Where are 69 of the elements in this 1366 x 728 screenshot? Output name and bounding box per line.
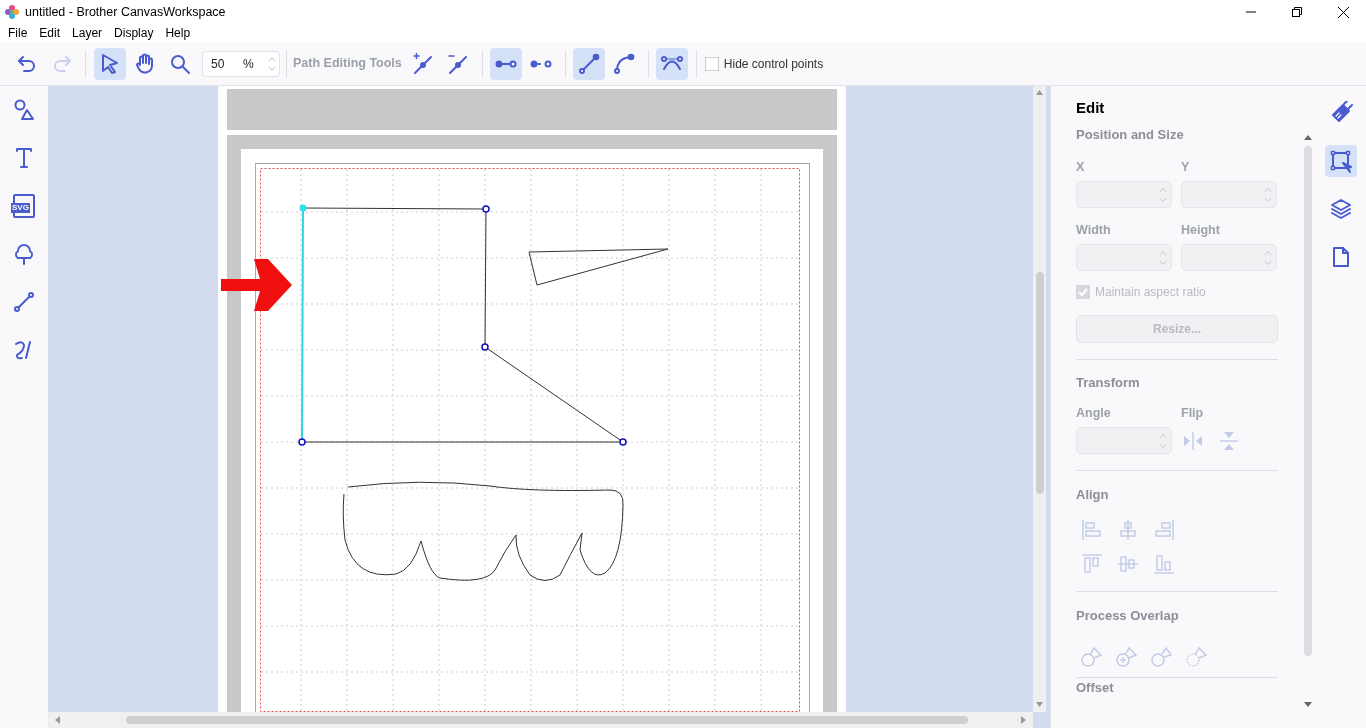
spinner-icon[interactable] [1264, 187, 1272, 202]
spinner-icon[interactable] [1159, 433, 1167, 448]
menu-item[interactable]: Edit [33, 24, 67, 42]
checkbox-label: Maintain aspect ratio [1095, 284, 1206, 301]
align-top-icon[interactable] [1081, 553, 1103, 575]
toolbar-button[interactable] [573, 47, 606, 80]
align-right-icon[interactable] [1153, 519, 1175, 541]
align-left-icon[interactable] [1081, 519, 1103, 541]
flip-vertical-icon[interactable] [1218, 429, 1240, 452]
merge-icon[interactable] [1115, 646, 1137, 668]
number-field[interactable] [1181, 181, 1277, 208]
field-label: Angle [1076, 405, 1112, 421]
number-field[interactable] [1076, 244, 1172, 271]
shapes-icon [12, 98, 36, 122]
app-logo-icon [4, 4, 20, 20]
menu-item[interactable]: File [2, 24, 34, 42]
toolbar-button[interactable] [93, 47, 126, 80]
section-title: Transform [1076, 375, 1141, 391]
align-middle-icon[interactable] [1117, 553, 1139, 575]
spinner-icon[interactable] [1159, 187, 1167, 202]
menu-item[interactable]: Layer [66, 24, 109, 42]
number-field[interactable] [1076, 181, 1172, 208]
edit-shape-icon [1329, 149, 1353, 173]
window-title: untitled - Brother CanvasWorkspace [25, 3, 226, 21]
file-type-label: SVG [11, 203, 30, 213]
connect-nodes-icon [495, 59, 518, 68]
minimize-icon[interactable] [1246, 11, 1256, 13]
checkbox[interactable] [1076, 285, 1090, 299]
spinner-icon[interactable] [1264, 250, 1272, 265]
flip-horizontal-icon[interactable] [1182, 429, 1204, 452]
checkbox-label: Hide control points [723, 55, 824, 73]
subtract-icon[interactable] [1150, 646, 1172, 668]
disconnect-nodes-icon [530, 59, 553, 68]
number-field[interactable] [1076, 427, 1172, 454]
side-tab[interactable] [1325, 145, 1357, 177]
menu-item[interactable]: Display [108, 24, 160, 42]
restore-icon[interactable] [1292, 7, 1302, 17]
toolbar-button[interactable] [656, 47, 689, 80]
field-label: Height [1181, 222, 1221, 238]
section-title: Align [1076, 487, 1110, 503]
curve-segment-icon [612, 51, 637, 76]
section-title: Process Overlap [1076, 608, 1180, 624]
align-center-icon[interactable] [1117, 519, 1139, 541]
straight-segment-icon [577, 51, 602, 76]
close-icon[interactable] [1337, 6, 1349, 18]
brush-icon [1329, 101, 1353, 125]
toolbar-label: Path Editing Tools [293, 55, 402, 73]
toolbar-button[interactable] [490, 47, 523, 80]
tool-button[interactable]: SVG [11, 194, 37, 218]
line-tool-icon [12, 290, 36, 314]
field-label: Width [1076, 222, 1112, 238]
zoom-field[interactable]: 50 % [202, 50, 280, 77]
section-title: Position and Size [1076, 127, 1185, 143]
weld-icon[interactable] [1080, 646, 1102, 668]
menu-item[interactable]: Help [159, 24, 197, 42]
field-label: X [1076, 159, 1086, 175]
panel-title: Edit [1076, 99, 1106, 117]
tree-icon [12, 242, 36, 266]
intersect-icon[interactable] [1185, 646, 1207, 668]
field-label: Flip [1181, 405, 1205, 421]
align-bottom-icon[interactable] [1153, 553, 1175, 575]
checkbox[interactable] [704, 56, 719, 71]
vertical-scrollbar[interactable] [1033, 86, 1046, 712]
layers-icon [1329, 197, 1353, 221]
section-title: Offset [1076, 680, 1115, 696]
spinner-icon[interactable] [1159, 250, 1167, 265]
number-field[interactable] [1181, 244, 1277, 271]
field-label: Y [1181, 159, 1191, 175]
tool-button[interactable] [11, 290, 37, 314]
